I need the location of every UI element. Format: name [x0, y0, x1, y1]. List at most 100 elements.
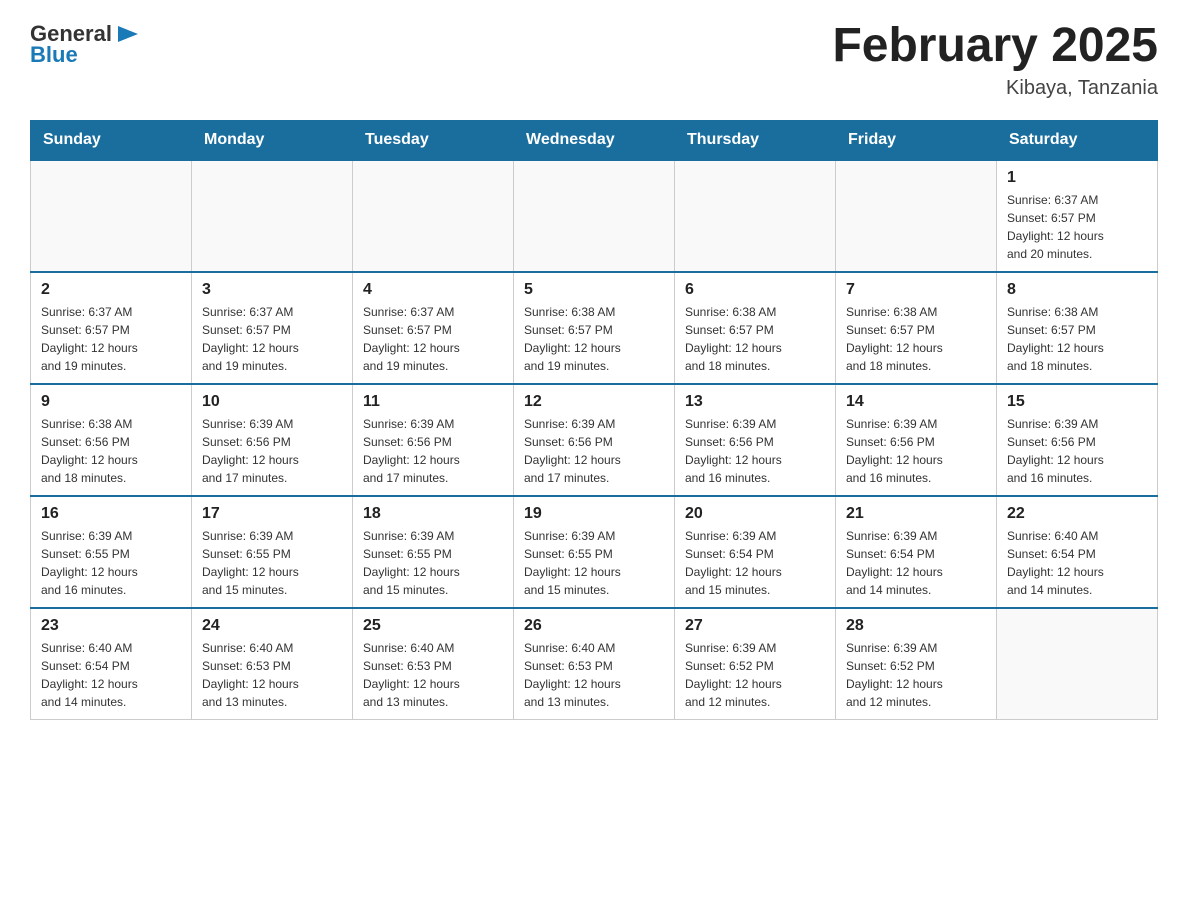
table-row [997, 608, 1158, 720]
table-row [514, 160, 675, 272]
table-row: 12Sunrise: 6:39 AM Sunset: 6:56 PM Dayli… [514, 384, 675, 496]
day-info: Sunrise: 6:39 AM Sunset: 6:56 PM Dayligh… [1007, 415, 1147, 487]
day-number: 5 [524, 281, 664, 299]
day-info: Sunrise: 6:39 AM Sunset: 6:55 PM Dayligh… [41, 527, 181, 599]
table-row: 26 Sunrise: 6:40 AM Sunset: 6:53 PM Dayli… [514, 608, 675, 720]
day-number: 3 [202, 281, 342, 299]
day-number: 25 [363, 617, 503, 635]
day-info: Sunrise: 6:39 AM Sunset: 6:52 PM Dayligh… [846, 639, 986, 711]
header-tuesday: Tuesday [353, 120, 514, 160]
calendar: Sunday Monday Tuesday Wednesday Thursday… [30, 120, 1158, 720]
table-row: 22Sunrise: 6:40 AM Sunset: 6:54 PM Dayli… [997, 496, 1158, 608]
day-info: Sunrise: 6:38 AM Sunset: 6:57 PM Dayligh… [685, 303, 825, 375]
title-block: February 2025 Kibaya, Tanzania [832, 20, 1158, 100]
day-number: 24 [202, 617, 342, 635]
logo-text-blue: Blue [30, 42, 78, 68]
day-info: Sunrise: 6:39 AM Sunset: 6:55 PM Dayligh… [202, 527, 342, 599]
day-info: Sunrise: 6:38 AM Sunset: 6:57 PM Dayligh… [524, 303, 664, 375]
day-info: Sunrise: 6:37 AM Sunset: 6:57 PM Dayligh… [41, 303, 181, 375]
day-info: Sunrise: 6:39 AM Sunset: 6:55 PM Dayligh… [524, 527, 664, 599]
day-number: 26 [524, 617, 664, 635]
table-row: 8Sunrise: 6:38 AM Sunset: 6:57 PM Daylig… [997, 272, 1158, 384]
day-number: 22 [1007, 505, 1147, 523]
header-friday: Friday [836, 120, 997, 160]
month-title: February 2025 [832, 20, 1158, 73]
table-row [353, 160, 514, 272]
day-number: 23 [41, 617, 181, 635]
header-thursday: Thursday [675, 120, 836, 160]
table-row: 25 Sunrise: 6:40 AM Sunset: 6:53 PM Dayli… [353, 608, 514, 720]
header-wednesday: Wednesday [514, 120, 675, 160]
table-row [675, 160, 836, 272]
day-info: Sunrise: 6:39 AM Sunset: 6:56 PM Dayligh… [685, 415, 825, 487]
day-info: Sunrise: 6:40 AM Sunset: 6:53 PM Dayligh… [524, 639, 664, 711]
day-number: 1 [1007, 169, 1147, 187]
day-info: Sunrise: 6:38 AM Sunset: 6:57 PM Dayligh… [1007, 303, 1147, 375]
day-info: Sunrise: 6:37 AM Sunset: 6:57 PM Dayligh… [1007, 191, 1147, 263]
day-info: Sunrise: 6:40 AM Sunset: 6:53 PM Dayligh… [202, 639, 342, 711]
table-row: 28 Sunrise: 6:39 AM Sunset: 6:52 PM Dayli… [836, 608, 997, 720]
day-number: 28 [846, 617, 986, 635]
table-row [836, 160, 997, 272]
table-row: 23 Sunrise: 6:40 AM Sunset: 6:54 PM Dayli… [31, 608, 192, 720]
day-number: 10 [202, 393, 342, 411]
day-number: 13 [685, 393, 825, 411]
header-saturday: Saturday [997, 120, 1158, 160]
day-info: Sunrise: 6:39 AM Sunset: 6:54 PM Dayligh… [846, 527, 986, 599]
day-number: 21 [846, 505, 986, 523]
table-row: 19 Sunrise: 6:39 AM Sunset: 6:55 PM Dayli… [514, 496, 675, 608]
day-number: 11 [363, 393, 503, 411]
day-number: 17 [202, 505, 342, 523]
day-number: 19 [524, 505, 664, 523]
day-number: 2 [41, 281, 181, 299]
calendar-week-row: 2 Sunrise: 6:37 AM Sunset: 6:57 PM Daylig… [31, 272, 1158, 384]
day-number: 7 [846, 281, 986, 299]
table-row: 17 Sunrise: 6:39 AM Sunset: 6:55 PM Dayli… [192, 496, 353, 608]
table-row: 14 Sunrise: 6:39 AM Sunset: 6:56 PM Dayli… [836, 384, 997, 496]
day-info: Sunrise: 6:40 AM Sunset: 6:53 PM Dayligh… [363, 639, 503, 711]
table-row: 1 Sunrise: 6:37 AM Sunset: 6:57 PM Daylig… [997, 160, 1158, 272]
table-row: 15 Sunrise: 6:39 AM Sunset: 6:56 PM Dayli… [997, 384, 1158, 496]
weekday-header-row: Sunday Monday Tuesday Wednesday Thursday… [31, 120, 1158, 160]
day-info: Sunrise: 6:39 AM Sunset: 6:56 PM Dayligh… [202, 415, 342, 487]
day-info: Sunrise: 6:39 AM Sunset: 6:56 PM Dayligh… [524, 415, 664, 487]
day-info: Sunrise: 6:38 AM Sunset: 6:57 PM Dayligh… [846, 303, 986, 375]
table-row: 5 Sunrise: 6:38 AM Sunset: 6:57 PM Daylig… [514, 272, 675, 384]
table-row: 9 Sunrise: 6:38 AM Sunset: 6:56 PM Daylig… [31, 384, 192, 496]
logo: General Blue [30, 20, 142, 68]
day-info: Sunrise: 6:38 AM Sunset: 6:56 PM Dayligh… [41, 415, 181, 487]
table-row: 6Sunrise: 6:38 AM Sunset: 6:57 PM Daylig… [675, 272, 836, 384]
day-number: 15 [1007, 393, 1147, 411]
table-row: 24 Sunrise: 6:40 AM Sunset: 6:53 PM Dayli… [192, 608, 353, 720]
day-info: Sunrise: 6:39 AM Sunset: 6:54 PM Dayligh… [685, 527, 825, 599]
day-number: 14 [846, 393, 986, 411]
header-sunday: Sunday [31, 120, 192, 160]
calendar-week-row: 16Sunrise: 6:39 AM Sunset: 6:55 PM Dayli… [31, 496, 1158, 608]
table-row: 20 Sunrise: 6:39 AM Sunset: 6:54 PM Dayli… [675, 496, 836, 608]
day-info: Sunrise: 6:39 AM Sunset: 6:52 PM Dayligh… [685, 639, 825, 711]
table-row: 11 Sunrise: 6:39 AM Sunset: 6:56 PM Dayli… [353, 384, 514, 496]
table-row: 21 Sunrise: 6:39 AM Sunset: 6:54 PM Dayli… [836, 496, 997, 608]
table-row: 13 Sunrise: 6:39 AM Sunset: 6:56 PM Dayli… [675, 384, 836, 496]
table-row: 7 Sunrise: 6:38 AM Sunset: 6:57 PM Daylig… [836, 272, 997, 384]
day-number: 20 [685, 505, 825, 523]
table-row: 4 Sunrise: 6:37 AM Sunset: 6:57 PM Daylig… [353, 272, 514, 384]
day-info: Sunrise: 6:39 AM Sunset: 6:56 PM Dayligh… [363, 415, 503, 487]
table-row: 2 Sunrise: 6:37 AM Sunset: 6:57 PM Daylig… [31, 272, 192, 384]
day-number: 4 [363, 281, 503, 299]
day-info: Sunrise: 6:39 AM Sunset: 6:55 PM Dayligh… [363, 527, 503, 599]
day-info: Sunrise: 6:37 AM Sunset: 6:57 PM Dayligh… [202, 303, 342, 375]
table-row: 18 Sunrise: 6:39 AM Sunset: 6:55 PM Dayli… [353, 496, 514, 608]
calendar-week-row: 9 Sunrise: 6:38 AM Sunset: 6:56 PM Daylig… [31, 384, 1158, 496]
day-number: 18 [363, 505, 503, 523]
table-row: 27Sunrise: 6:39 AM Sunset: 6:52 PM Dayli… [675, 608, 836, 720]
table-row [192, 160, 353, 272]
day-info: Sunrise: 6:39 AM Sunset: 6:56 PM Dayligh… [846, 415, 986, 487]
day-info: Sunrise: 6:37 AM Sunset: 6:57 PM Dayligh… [363, 303, 503, 375]
calendar-week-row: 23 Sunrise: 6:40 AM Sunset: 6:54 PM Dayli… [31, 608, 1158, 720]
calendar-week-row: 1 Sunrise: 6:37 AM Sunset: 6:57 PM Daylig… [31, 160, 1158, 272]
day-info: Sunrise: 6:40 AM Sunset: 6:54 PM Dayligh… [41, 639, 181, 711]
table-row [31, 160, 192, 272]
day-number: 9 [41, 393, 181, 411]
table-row: 10 Sunrise: 6:39 AM Sunset: 6:56 PM Dayli… [192, 384, 353, 496]
